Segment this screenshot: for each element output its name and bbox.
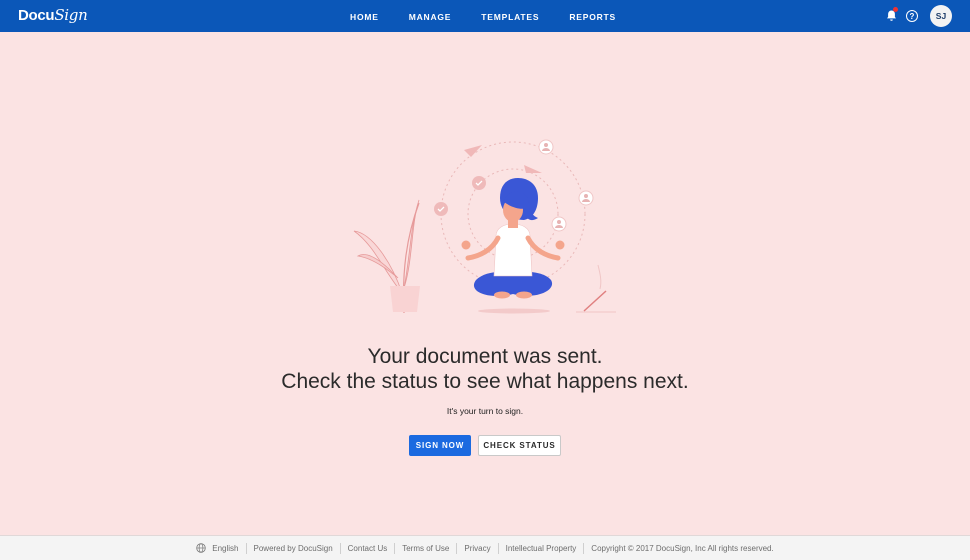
nav-templates[interactable]: TEMPLATES — [481, 0, 539, 32]
headline-line-2: Check the status to see what happens nex… — [281, 370, 689, 393]
help-icon[interactable]: ? — [906, 10, 918, 22]
contact-us-link[interactable]: Contact Us — [339, 542, 395, 554]
globe-icon — [196, 543, 206, 553]
meditation-illustration — [353, 139, 616, 314]
intellectual-property-link[interactable]: Intellectual Property — [497, 542, 584, 554]
footer: English Powered by DocuSign Contact Us T… — [0, 535, 970, 560]
nav-reports[interactable]: REPORTS — [569, 0, 616, 32]
avatar[interactable]: SJ — [930, 5, 952, 27]
copyright-text: Copyright © 2017 DocuSign, Inc All right… — [583, 542, 780, 554]
check-icon — [434, 176, 486, 216]
powered-by-link[interactable]: Powered by DocuSign — [245, 542, 340, 554]
bell-icon[interactable] — [884, 7, 898, 23]
language-label: English — [212, 543, 239, 553]
terms-of-use-link[interactable]: Terms of Use — [394, 542, 456, 554]
nav-manage[interactable]: MANAGE — [409, 0, 452, 32]
check-status-button[interactable]: CHECK STATUS — [478, 435, 561, 456]
top-nav-bar: DocuSign HOME MANAGE TEMPLATES REPORTS ?… — [0, 0, 970, 32]
nav-home[interactable]: HOME — [350, 0, 379, 32]
user-icon — [538, 139, 594, 232]
language-selector[interactable]: English — [189, 543, 245, 554]
main-nav: HOME MANAGE TEMPLATES REPORTS — [350, 0, 646, 32]
turn-to-sign-text: It's your turn to sign. — [446, 406, 524, 416]
headline-line-1: Your document was sent. — [367, 345, 603, 368]
logo-text: Docu — [18, 7, 55, 24]
confirmation-headline: Your document was sent. Check the status… — [0, 344, 970, 394]
sign-now-button[interactable]: SIGN NOW — [409, 435, 471, 456]
notification-dot — [893, 7, 898, 12]
privacy-link[interactable]: Privacy — [456, 542, 497, 554]
meditating-person — [461, 178, 565, 299]
docusign-logo[interactable]: DocuSign — [18, 6, 88, 24]
logo-script: Sign — [54, 6, 88, 24]
